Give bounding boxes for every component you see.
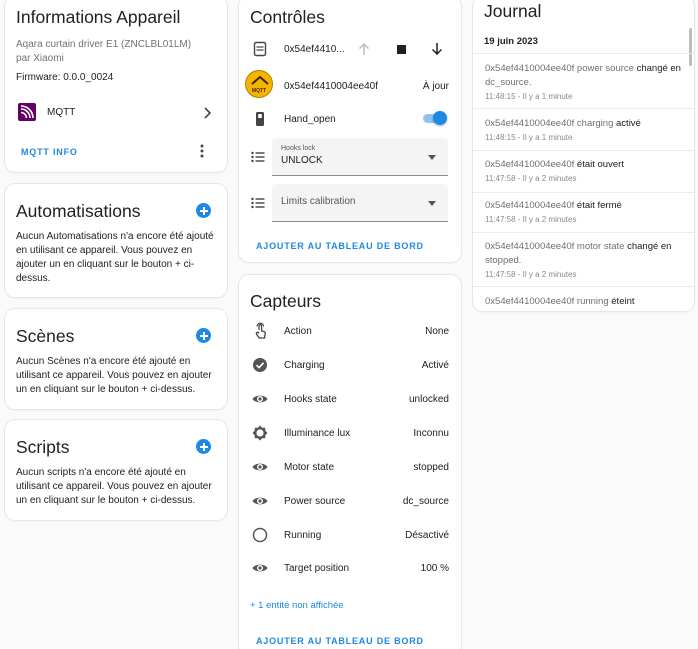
add-scene-icon[interactable] — [196, 328, 211, 343]
sensor-name: Action — [284, 325, 312, 337]
sensor-row-power-source[interactable]: Power source dc_source — [239, 484, 461, 518]
sensor-value: None — [425, 325, 449, 337]
sensor-row-target-position[interactable]: Target position 100 % — [239, 551, 461, 585]
check-circle-icon — [253, 358, 267, 372]
update-name: 0x54ef4410004ee40f — [284, 80, 378, 92]
sensor-value: Activé — [421, 359, 449, 371]
automations-title: Automatisations — [16, 201, 141, 221]
update-row[interactable]: MQTT 0x54ef4410004ee40f À jour — [239, 69, 461, 103]
sensor-row-illuminance[interactable]: Illuminance lux Inconnu — [239, 416, 461, 450]
sensors-card: Capteurs Action None Charging Activé Hoo… — [239, 275, 461, 649]
sensor-row-hooks-state[interactable]: Hooks state unlocked — [239, 382, 461, 416]
journal-entry[interactable]: 0x54ef4410004ee40f charging activé 11:48… — [485, 117, 682, 144]
eye-icon — [252, 395, 268, 403]
sensor-name: Running — [284, 529, 322, 541]
sensor-name: Hooks state — [284, 393, 337, 405]
more-vert-icon[interactable] — [199, 144, 205, 158]
eye-icon — [252, 497, 268, 505]
gesture-tap-icon — [255, 322, 266, 339]
add-script-icon[interactable] — [196, 439, 211, 454]
journal-date: 19 juin 2023 — [484, 36, 538, 47]
scripts-empty-text: Aucun scripts n'a encore été ajouté en u… — [16, 467, 212, 506]
sensor-name: Charging — [284, 359, 325, 371]
curtain-icon — [253, 41, 267, 57]
scenes-title: Scènes — [16, 326, 75, 346]
automations-card: Automatisations Aucun Automatisations n'… — [5, 184, 227, 297]
dropdown-caret-icon — [428, 201, 436, 206]
sensor-name: Illuminance lux — [284, 427, 351, 439]
integration-label: MQTT — [47, 107, 76, 118]
eye-icon — [252, 463, 268, 471]
controls-add-dashboard-button[interactable]: AJOUTER AU TABLEAU DE BORD — [256, 241, 424, 251]
sensor-name: Power source — [284, 495, 346, 507]
sensor-row-charging[interactable]: Charging Activé — [239, 348, 461, 382]
mqtt-logo-icon — [18, 103, 36, 121]
sensors-add-dashboard-button[interactable]: AJOUTER AU TABLEAU DE BORD — [256, 636, 424, 646]
arrow-down-icon[interactable] — [431, 42, 443, 56]
update-badge-label: MQTT — [251, 88, 267, 94]
automations-empty-text: Aucun Automatisations n'a encore été ajo… — [16, 231, 214, 284]
scripts-title: Scripts — [16, 437, 70, 457]
stop-icon[interactable] — [397, 44, 406, 54]
mqtt-info-button[interactable]: MQTT INFO — [21, 147, 78, 157]
sensor-value: Inconnu — [413, 427, 449, 439]
device-info-card: Informations Appareil Aqara curtain driv… — [5, 0, 227, 172]
sensor-row-action[interactable]: Action None — [239, 314, 461, 348]
scenes-empty-text: Aucun Scènes n'a encore été ajouté en ut… — [16, 356, 212, 395]
scenes-card: Scènes Aucun Scènes n'a encore été ajout… — [5, 309, 227, 409]
add-automation-icon[interactable] — [196, 203, 211, 218]
switch-device-icon — [256, 112, 264, 126]
eye-icon — [252, 564, 268, 572]
hooks-lock-label: Hooks lock — [281, 145, 316, 152]
sensor-value: dc_source — [402, 495, 449, 507]
chevron-right-icon — [204, 107, 212, 119]
hooks-lock-select[interactable]: Hooks lock UNLOCK — [272, 138, 448, 176]
limits-calibration-placeholder: Limits calibration — [281, 196, 356, 207]
circle-outline-icon — [252, 527, 268, 543]
device-model: Aqara curtain driver E1 (ZNCLBL01LM) — [16, 39, 192, 50]
sensors-title: Capteurs — [250, 291, 322, 311]
device-manufacturer: par Xiaomi — [16, 53, 64, 64]
hidden-entities-link[interactable]: + 1 entité non affichée — [250, 600, 344, 611]
hooks-lock-value: UNLOCK — [281, 155, 323, 166]
sensor-row-running[interactable]: Running Désactivé — [239, 518, 461, 552]
device-info-title: Informations Appareil — [16, 7, 181, 27]
sensor-value: stopped — [413, 461, 449, 473]
sensor-name: Target position — [284, 562, 350, 574]
brightness-icon — [252, 425, 268, 441]
sensor-value: unlocked — [408, 393, 449, 405]
switch-row[interactable]: Hand_open — [239, 102, 461, 136]
controls-card: Contrôles 0x54ef4410... MQTT 0x54ef44100… — [239, 0, 461, 262]
journal-entry[interactable]: 0x54ef4410004ee40f motor state changé en… — [485, 240, 682, 281]
cover-row[interactable]: 0x54ef4410... — [239, 32, 461, 66]
list-icon — [251, 197, 265, 209]
update-status: À jour — [422, 80, 449, 92]
journal-title: Journal — [484, 1, 542, 21]
limits-calibration-select[interactable]: Limits calibration — [272, 184, 448, 222]
controls-title: Contrôles — [250, 7, 325, 27]
journal-entry[interactable]: 0x54ef4410004ee40f était ouvert 11:47:58… — [485, 158, 682, 185]
update-badge-icon: MQTT — [245, 70, 273, 98]
sensor-row-motor-state[interactable]: Motor state stopped — [239, 450, 461, 484]
journal-entry[interactable]: 0x54ef4410004ee40f power source changé e… — [485, 62, 682, 103]
list-icon — [251, 151, 265, 163]
sensor-name: Motor state — [284, 461, 335, 473]
arrow-up-icon[interactable] — [358, 42, 370, 56]
journal-card: Journal 19 juin 2023 0x54ef4410004ee40f … — [473, 0, 694, 311]
device-firmware: Firmware: 0.0.0_0024 — [16, 72, 114, 83]
journal-entry[interactable]: 0x54ef4410004ee40f était fermé 11:47:58 … — [485, 199, 682, 226]
dropdown-caret-icon — [428, 155, 436, 160]
scripts-card: Scripts Aucun scripts n'a encore été ajo… — [5, 420, 227, 520]
sensor-value: 100 % — [420, 562, 449, 574]
cover-name: 0x54ef4410... — [284, 43, 345, 55]
switch-name: Hand_open — [284, 113, 336, 125]
journal-scrollbar[interactable] — [689, 28, 692, 66]
hand-open-toggle[interactable] — [421, 111, 447, 125]
journal-entry[interactable]: 0x54ef4410004ee40f running éteint — [485, 295, 682, 309]
integration-row[interactable]: MQTT — [5, 99, 227, 127]
sensor-value: Désactivé — [405, 529, 449, 541]
